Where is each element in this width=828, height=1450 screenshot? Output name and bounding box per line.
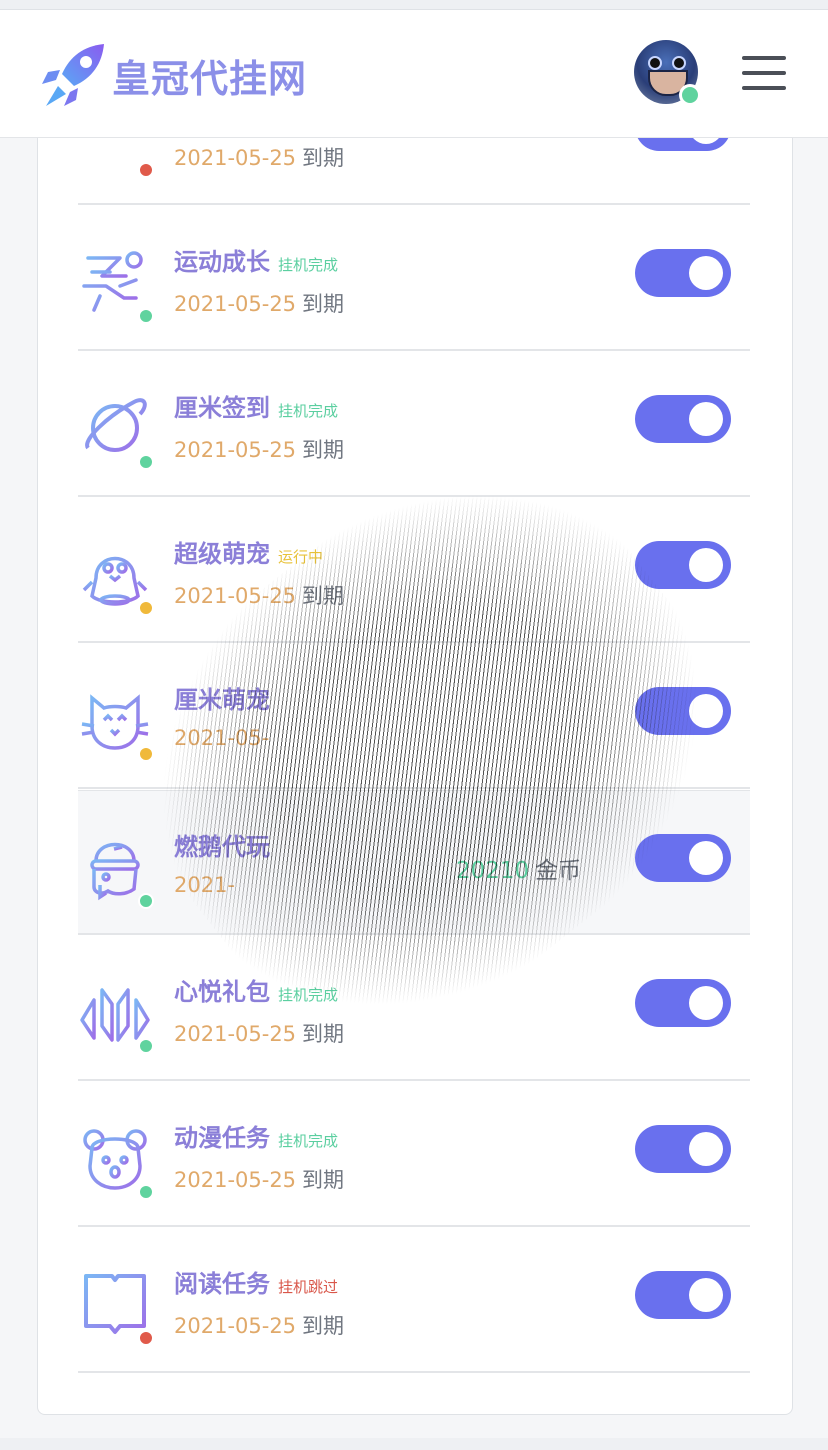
task-name: 阅读任务 (174, 1270, 270, 1298)
expiry-suffix: 到期 (302, 438, 345, 462)
expiry-date-value: 2021-05- (174, 726, 270, 750)
task-title: 心悦礼包 挂机完成 (174, 972, 338, 1007)
status-dot (138, 1038, 154, 1054)
online-status-dot (679, 84, 701, 106)
robot-icon (80, 831, 154, 903)
task-name: 燃鹅代玩 (174, 833, 270, 861)
task-name: 运动成长 (174, 248, 270, 276)
expiry-date: 2021-05-25 到期 (174, 1164, 344, 1194)
arrows-icon (80, 976, 154, 1048)
coin-amount: 20210 (456, 858, 530, 884)
expiry-date: 2021-05-25 到期 (174, 1310, 344, 1340)
task-row[interactable]: 心悦礼包 挂机完成 2021-05-25 到期 (78, 936, 750, 1081)
task-name: 动漫任务 (174, 1124, 270, 1152)
task-title: 厘米萌宠 (174, 680, 278, 715)
runner-icon (80, 246, 154, 318)
expiry-suffix: 到期 (302, 1168, 345, 1192)
avatar-eye (672, 56, 686, 70)
task-title: 运动成长 挂机完成 (174, 242, 338, 277)
task-name: 心悦礼包 (174, 978, 270, 1006)
expiry-suffix: 到期 (302, 1314, 345, 1338)
task-title: 燃鹅代玩 (174, 827, 278, 862)
coin-balance: 20210 金币 (456, 851, 581, 885)
task-row[interactable]: 厘米签到 挂机完成 2021-05-25 到期 (78, 352, 750, 497)
status-badge: 挂机跳过 (278, 1278, 339, 1296)
status-dot (138, 600, 154, 616)
expiry-date-value: 2021-05-25 (174, 1022, 297, 1046)
task-row[interactable]: 阅读任务 挂机跳过 2021-05-25 到期 (78, 1228, 750, 1373)
task-row[interactable]: 动漫任务 挂机完成 2021-05-25 到期 (78, 1082, 750, 1227)
bottom-strip (0, 1438, 828, 1450)
task-row[interactable]: 燃鹅代玩 2021- 20210 金币 (78, 790, 750, 935)
expiry-date: 2021-05-25 到期 (174, 580, 344, 610)
task-toggle-switch[interactable] (635, 249, 731, 297)
task-title: 动漫任务 挂机完成 (174, 1118, 338, 1153)
book-icon (80, 1268, 154, 1340)
status-badge: 挂机完成 (278, 986, 339, 1004)
expiry-suffix: 到期 (302, 292, 345, 316)
expiry-date-value: 2021-05-25 (174, 292, 297, 316)
task-toggle-switch[interactable] (635, 1125, 731, 1173)
status-dot (138, 893, 154, 909)
task-title: 阅读任务 挂机跳过 (174, 1264, 338, 1299)
status-dot (138, 1184, 154, 1200)
status-dot (138, 162, 154, 178)
coin-unit: 金币 (535, 858, 582, 884)
status-dot (138, 1330, 154, 1346)
task-toggle-switch[interactable] (635, 395, 731, 443)
task-title: 厘米签到 挂机完成 (174, 388, 338, 423)
expiry-date-value: 2021-05-25 (174, 438, 297, 462)
task-name: 厘米签到 (174, 394, 270, 422)
expiry-date-value: 2021-05-25 (174, 1168, 297, 1192)
status-badge: 挂机完成 (278, 256, 339, 274)
bear-icon (80, 1122, 154, 1194)
expiry-date-value: 2021-05-25 (174, 1314, 297, 1338)
status-badge: 挂机完成 (278, 1132, 339, 1150)
expiry-date-value: 2021-05-25 (174, 584, 297, 608)
penguin-icon (80, 538, 154, 610)
status-badge: 挂机完成 (278, 402, 339, 420)
task-toggle-switch[interactable] (635, 541, 731, 589)
hamburger-menu-icon[interactable] (742, 56, 786, 90)
rocket-logo-icon[interactable] (40, 40, 112, 112)
expiry-date: 2021-05-25 到期 (174, 142, 344, 172)
expiry-date: 2021- (174, 873, 241, 897)
task-row[interactable]: 厘米萌宠 2021-05- (78, 644, 750, 789)
avatar-eye (648, 56, 662, 70)
expiry-date: 2021-05- (174, 726, 275, 750)
top-strip (0, 0, 828, 10)
expiry-suffix: 到期 (302, 1022, 345, 1046)
task-toggle-switch[interactable] (635, 687, 731, 735)
task-row[interactable]: 超级萌宠 运行中 2021-05-25 到期 (78, 498, 750, 643)
status-dot (138, 746, 154, 762)
expiry-date-value: 2021-05-25 (174, 146, 297, 170)
app-header: 皇冠代挂网 (0, 10, 828, 138)
status-dot (138, 308, 154, 324)
user-avatar[interactable] (634, 40, 701, 106)
status-badge: 运行中 (278, 548, 324, 566)
planet-icon (80, 392, 154, 464)
expiry-suffix: 到期 (302, 146, 345, 170)
task-toggle-switch[interactable] (635, 979, 731, 1027)
expiry-date-value: 2021- (174, 873, 236, 897)
expiry-date: 2021-05-25 到期 (174, 434, 344, 464)
task-title: 超级萌宠 运行中 (174, 534, 323, 569)
task-toggle-switch[interactable] (635, 834, 731, 882)
task-row[interactable]: 运动成长 挂机完成 2021-05-25 到期 (78, 206, 750, 351)
expiry-suffix: 到期 (302, 584, 345, 608)
task-name: 厘米萌宠 (174, 686, 270, 714)
task-name: 超级萌宠 (174, 540, 270, 568)
task-toggle-switch[interactable] (635, 1271, 731, 1319)
expiry-date: 2021-05-25 到期 (174, 288, 344, 318)
status-dot (138, 454, 154, 470)
expiry-date: 2021-05-25 到期 (174, 1018, 344, 1048)
cat-icon (80, 684, 154, 756)
brand-title[interactable]: 皇冠代挂网 (112, 48, 307, 103)
